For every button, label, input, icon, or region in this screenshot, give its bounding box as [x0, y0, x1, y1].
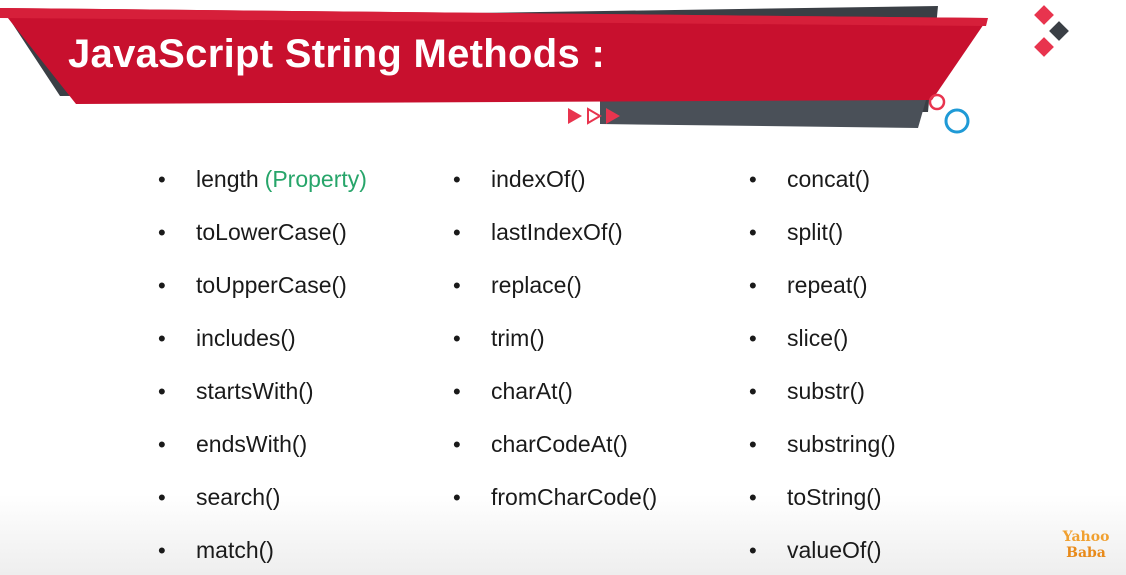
methods-column-2: • indexOf() • lastIndexOf() • replace() • tr… [453, 153, 657, 524]
method-label: substr() [787, 378, 865, 404]
bullet: • [158, 538, 166, 563]
bullet: • [453, 273, 461, 298]
bullet: • [749, 220, 757, 245]
header-banner [0, 5, 1069, 134]
method-label: startsWith() [196, 378, 314, 404]
method-label: substring() [787, 431, 896, 457]
method-label: match() [196, 537, 274, 563]
bullet: • [453, 379, 461, 404]
list-item: • toUpperCase() [158, 259, 367, 312]
list-item: • startsWith() [158, 365, 367, 418]
bullet: • [749, 538, 757, 563]
method-label: repeat() [787, 272, 868, 298]
method-label: charAt() [491, 378, 573, 404]
bullet: • [749, 432, 757, 457]
list-item: • lastIndexOf() [453, 206, 657, 259]
channel-watermark: Yahoo Baba [1062, 529, 1110, 561]
method-label: valueOf() [787, 537, 882, 563]
bullet: • [453, 326, 461, 351]
method-label: replace() [491, 272, 582, 298]
slide: JavaScript String Methods : • length (Prop… [0, 0, 1126, 575]
list-item: • length (Property) [158, 153, 367, 206]
list-item: • concat() [749, 153, 896, 206]
bullet: • [453, 220, 461, 245]
method-label: charCodeAt() [491, 431, 628, 457]
list-item: • toLowerCase() [158, 206, 367, 259]
list-item: • match() [158, 524, 367, 575]
list-item: • replace() [453, 259, 657, 312]
method-label: split() [787, 219, 844, 245]
list-item: • indexOf() [453, 153, 657, 206]
bullet: • [749, 379, 757, 404]
slide-title: JavaScript String Methods : [68, 32, 606, 76]
bullet: • [749, 485, 757, 510]
method-label: toString() [787, 484, 882, 510]
bullet: • [158, 273, 166, 298]
method-label: slice() [787, 325, 849, 351]
list-item: • substring() [749, 418, 896, 471]
bullet: • [158, 485, 166, 510]
list-item: • fromCharCode() [453, 471, 657, 524]
method-label: indexOf() [491, 166, 586, 192]
bullet: • [749, 326, 757, 351]
bullet: • [453, 432, 461, 457]
list-item: • slice() [749, 312, 896, 365]
list-item: • substr() [749, 365, 896, 418]
bullet: • [158, 326, 166, 351]
list-item: • search() [158, 471, 367, 524]
method-label: trim() [491, 325, 545, 351]
list-item: • split() [749, 206, 896, 259]
bullet: • [158, 379, 166, 404]
bullet: • [749, 167, 757, 192]
list-item: • trim() [453, 312, 657, 365]
method-label: endsWith() [196, 431, 308, 457]
method-label: toLowerCase() [196, 219, 347, 245]
watermark-line-2: Baba [1066, 545, 1106, 561]
list-item: • endsWith() [158, 418, 367, 471]
method-label: lastIndexOf() [491, 219, 623, 245]
bullet: • [749, 273, 757, 298]
list-item: • toString() [749, 471, 896, 524]
bullet: • [453, 167, 461, 192]
method-label: length [196, 166, 259, 192]
list-item: • charCodeAt() [453, 418, 657, 471]
list-item: • repeat() [749, 259, 896, 312]
method-label: concat() [787, 166, 871, 192]
list-item: • includes() [158, 312, 367, 365]
property-note: (Property) [264, 166, 367, 192]
methods-column-3: • concat() • split() • repeat() • slice() • s… [749, 153, 896, 575]
list-item: • charAt() [453, 365, 657, 418]
bullet: • [158, 220, 166, 245]
circles-decoration-icon [928, 93, 970, 134]
method-label: includes() [196, 325, 296, 351]
bullet: • [158, 167, 166, 192]
list-item: • valueOf() [749, 524, 896, 575]
method-label: fromCharCode() [491, 484, 658, 510]
diamond-logo-icon [1034, 5, 1069, 57]
method-label: toUpperCase() [196, 272, 347, 298]
method-label: search() [196, 484, 281, 510]
watermark-line-1: Yahoo [1062, 529, 1110, 545]
bullet: • [158, 432, 166, 457]
bullet: • [453, 485, 461, 510]
methods-column-1: • length (Property) • toLowerCase() • toUppe… [158, 153, 367, 575]
